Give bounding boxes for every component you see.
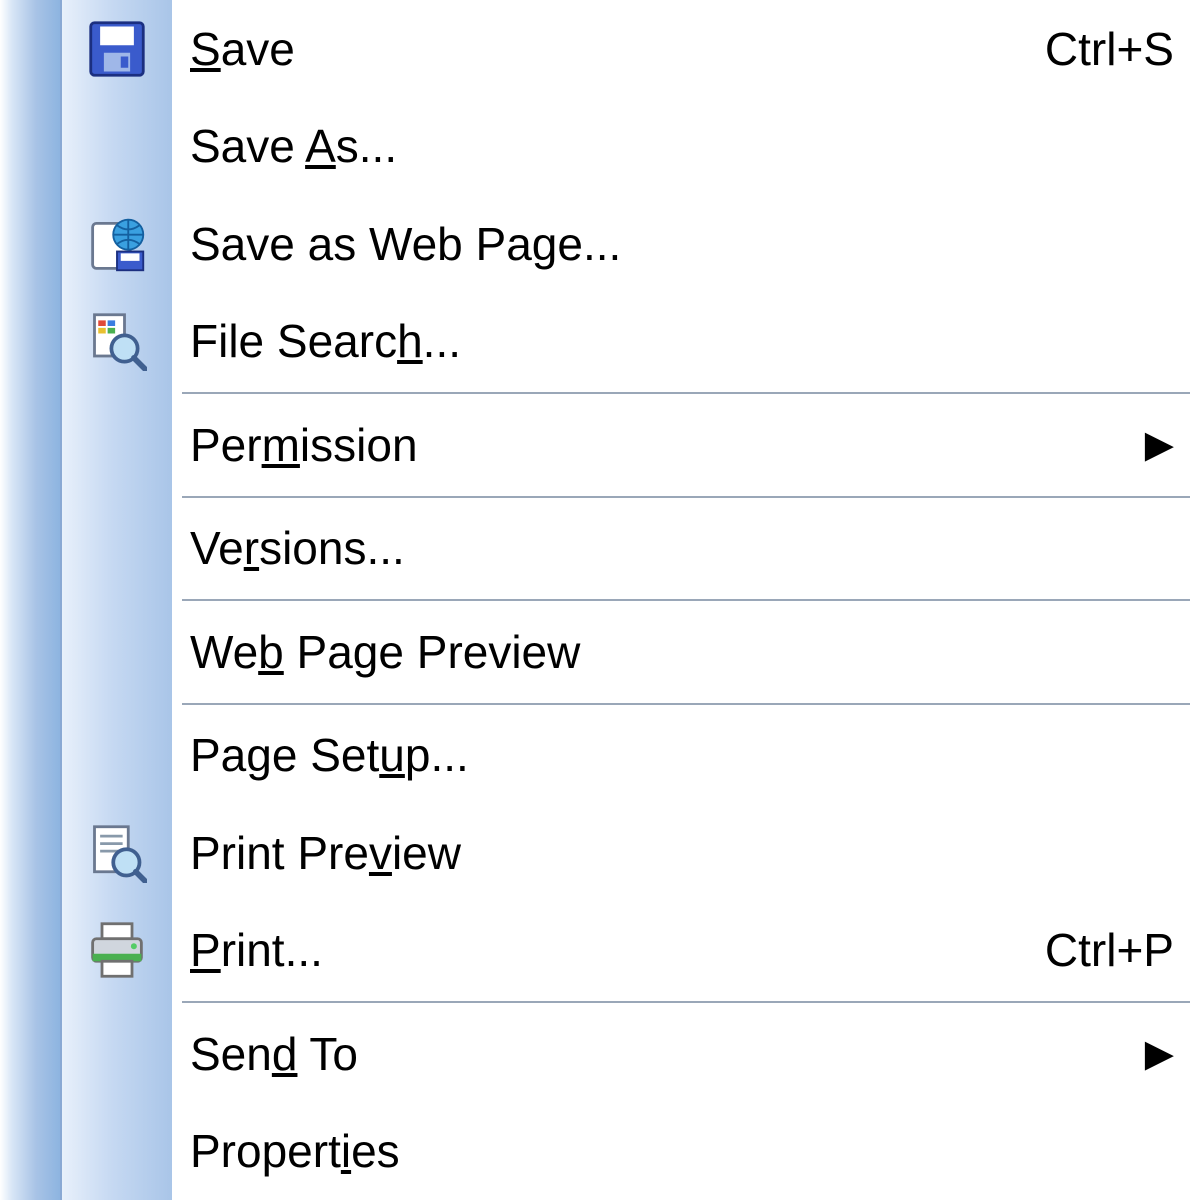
label-pre: Save [190,120,305,172]
menu-item-print-preview[interactable]: Print Preview [62,804,1200,902]
label-access-key: h [397,315,423,367]
save-icon [85,17,149,81]
label-post: rint... [221,924,323,976]
menu-item-label: Print Preview [190,830,461,876]
menu-item-label-area: Print... Ctrl+P [172,902,1200,1000]
label-access-key: r [244,522,259,574]
menu-item-label-area: Save As... [172,98,1200,196]
label-access-key: A [305,120,336,172]
label-pre: File Searc [190,315,397,367]
label-pre: We [190,626,258,678]
menu-item-label: Save As... [190,123,397,169]
menu-item-shortcut: Ctrl+S [1045,22,1174,76]
menu-item-label-area: File Search... [172,293,1200,391]
label-post: iew [392,827,461,879]
menu-item-label-area: Print Preview [172,804,1200,902]
label-post: s... [336,120,397,172]
menu-icon-gutter [62,500,172,598]
label-pre: Per [190,419,262,471]
label-access-key: P [190,924,221,976]
label-access-key: g [532,218,558,270]
menu-item-label: Send To [190,1031,358,1077]
menu-item-save-as[interactable]: Save As... [62,98,1200,196]
label-pre: Propert [190,1125,341,1177]
menu-icon-gutter [62,195,172,293]
menu-item-label-area: Save Ctrl+S [172,0,1200,98]
menu-item-label-area: Permission ▶ [172,396,1200,494]
menu-item-label: Save as Web Page... [190,221,621,267]
menu-icon-gutter [62,902,172,1000]
menu-item-label-area: Send To ▶ [172,1005,1200,1103]
menu-item-label: Permission [190,422,418,468]
menu-item-label: Web Page Preview [190,629,580,675]
label-post: To [297,1028,358,1080]
label-post: ission [300,419,418,471]
menu-item-save[interactable]: Save Ctrl+S [62,0,1200,98]
menu-item-label: Page Setup... [190,732,469,778]
menu-item-permission[interactable]: Permission ▶ [62,396,1200,494]
file-menu-dropdown: Save Ctrl+S Save As... Save as Web Page...… [60,0,1200,1200]
menu-item-shortcut: Ctrl+P [1045,923,1174,977]
label-pre: Print Pre [190,827,369,879]
menu-item-label: Properties [190,1128,400,1174]
menu-icon-gutter [62,707,172,805]
label-post: es [351,1125,400,1177]
label-post: p... [405,729,469,781]
menu-icon-gutter [62,603,172,701]
label-access-key: S [190,23,221,75]
menu-icon-gutter [62,0,172,98]
save-web-icon [85,212,149,276]
label-access-key: u [379,729,405,781]
menu-icon-gutter [62,98,172,196]
menu-icon-gutter [62,804,172,902]
menu-item-label-area: Web Page Preview [172,603,1200,701]
label-access-key: v [369,827,392,879]
submenu-arrow-icon: ▶ [1145,426,1174,464]
menu-item-send-to[interactable]: Send To ▶ [62,1005,1200,1103]
file-search-icon [85,309,149,373]
label-post: Page Preview [284,626,581,678]
menu-icon-gutter [62,1005,172,1103]
menu-icon-gutter [62,293,172,391]
menu-item-label-area: Save as Web Page... [172,195,1200,293]
label-post: e... [557,218,621,270]
label-post: ... [423,315,461,367]
menu-item-properties[interactable]: Properties [62,1103,1200,1200]
submenu-arrow-icon: ▶ [1145,1035,1174,1073]
menu-item-save-as-web[interactable]: Save as Web Page... [62,195,1200,293]
label-access-key: i [341,1125,351,1177]
label-post: sions... [259,522,405,574]
menu-icon-gutter [62,1103,172,1200]
menu-item-label: File Search... [190,318,461,364]
menu-item-page-setup[interactable]: Page Setup... [62,707,1200,805]
menu-item-file-search[interactable]: File Search... [62,293,1200,391]
menu-item-versions[interactable]: Versions... [62,500,1200,598]
window-left-wash [0,0,60,1200]
label-pre: Ve [190,522,244,574]
label-pre: Page Set [190,729,379,781]
menu-item-label-area: Page Setup... [172,707,1200,805]
label-post: ave [221,23,295,75]
label-pre: Save as Web Pa [190,218,532,270]
label-pre: Sen [190,1028,272,1080]
print-preview-icon [85,821,149,885]
menu-item-print[interactable]: Print... Ctrl+P [62,902,1200,1000]
label-access-key: d [272,1028,298,1080]
print-icon [85,918,149,982]
label-access-key: b [258,626,284,678]
label-access-key: m [262,419,300,471]
menu-item-label-area: Properties [172,1103,1200,1200]
menu-item-label: Save [190,26,295,72]
menu-item-label-area: Versions... [172,500,1200,598]
menu-item-label: Print... [190,927,323,973]
menu-icon-gutter [62,396,172,494]
menu-item-web-preview[interactable]: Web Page Preview [62,603,1200,701]
menu-item-label: Versions... [190,525,405,571]
